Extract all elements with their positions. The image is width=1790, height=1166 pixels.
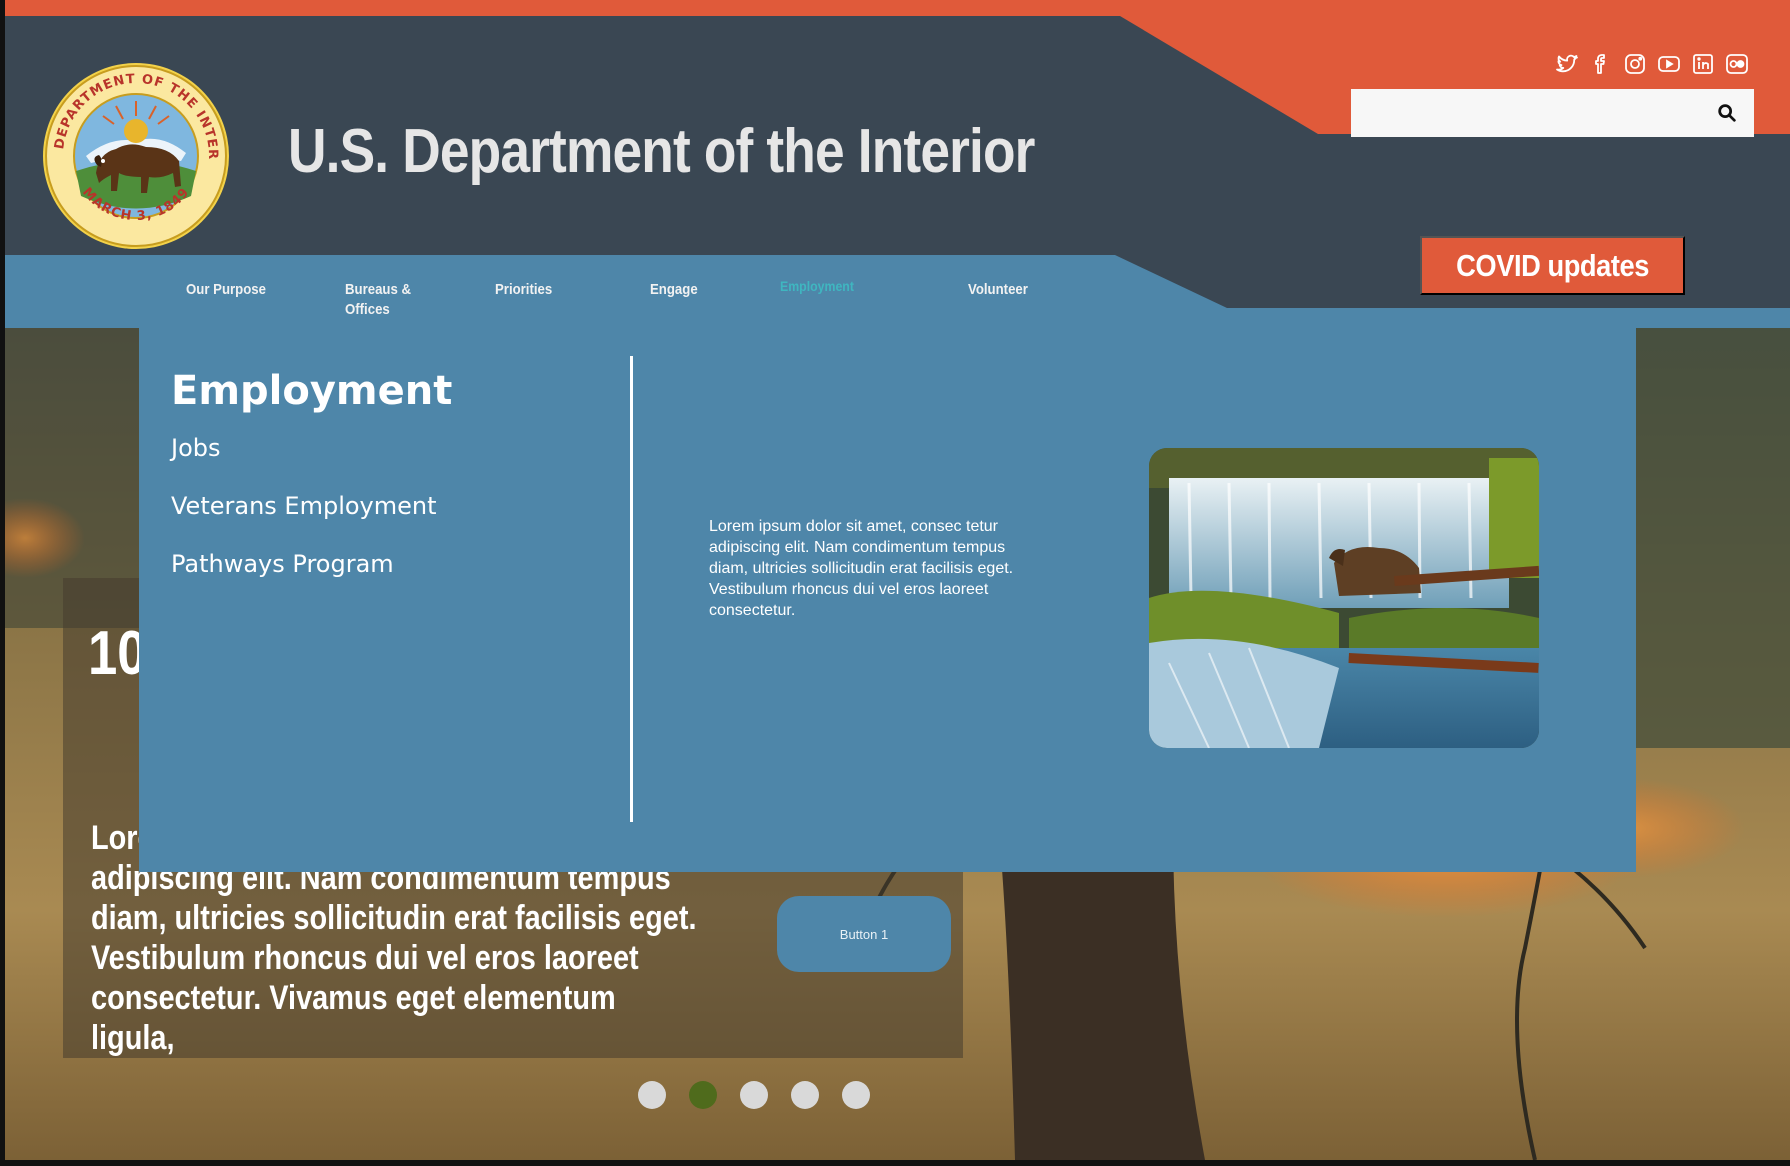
carousel-dot[interactable] <box>740 1081 768 1109</box>
carousel-dot[interactable] <box>791 1081 819 1109</box>
menu-heading: Employment <box>171 368 453 414</box>
menu-link-jobs[interactable]: Jobs <box>171 434 221 462</box>
menu-link-veterans-employment[interactable]: Veterans Employment <box>171 492 437 520</box>
facebook-icon[interactable] <box>1588 51 1614 77</box>
page-frame: U.S. DEPARTMENT OF THE INTERIOR MARCH 3,… <box>5 0 1790 1160</box>
hero-stat-number: 10 <box>88 619 147 688</box>
site-title: U.S. Department of the Interior <box>288 117 1035 186</box>
carousel-dots <box>638 1081 870 1109</box>
instagram-icon[interactable] <box>1622 51 1648 77</box>
nav-item-engage[interactable]: Engage <box>650 280 698 300</box>
hero-button-1[interactable]: Button 1 <box>777 896 951 972</box>
menu-divider <box>630 356 633 822</box>
menu-feature-image <box>1149 448 1539 748</box>
social-links <box>1554 51 1750 77</box>
search-icon[interactable] <box>1716 102 1738 124</box>
top-accent-strip <box>5 0 1790 16</box>
carousel-dot[interactable] <box>638 1081 666 1109</box>
menu-blurb: Lorem ipsum dolor sit amet, consec tetur… <box>709 518 1014 619</box>
bear-waterfall-image <box>1149 448 1539 748</box>
nav-item-volunteer[interactable]: Volunteer <box>968 280 1028 300</box>
nav-item-priorities[interactable]: Priorities <box>495 280 552 300</box>
nav-item-bureaus-offices[interactable]: Bureaus & Offices <box>345 280 411 320</box>
search-input[interactable] <box>1351 89 1754 137</box>
menu-link-pathways-program[interactable]: Pathways Program <box>171 550 394 578</box>
employment-dropdown-menu: Employment Jobs Veterans Employment Path… <box>139 328 1636 872</box>
carousel-dot[interactable] <box>842 1081 870 1109</box>
search-box <box>1351 89 1754 137</box>
doi-seal-logo: U.S. DEPARTMENT OF THE INTERIOR MARCH 3,… <box>41 61 229 249</box>
nav-item-employment[interactable]: Employment <box>780 276 854 296</box>
twitter-icon[interactable] <box>1554 51 1580 77</box>
carousel-dot-active[interactable] <box>689 1081 717 1109</box>
nav-item-our-purpose[interactable]: Our Purpose <box>186 280 266 300</box>
youtube-icon[interactable] <box>1656 51 1682 77</box>
flickr-icon[interactable] <box>1724 51 1750 77</box>
linkedin-icon[interactable] <box>1690 51 1716 77</box>
nav-band-shape <box>5 255 1790 330</box>
